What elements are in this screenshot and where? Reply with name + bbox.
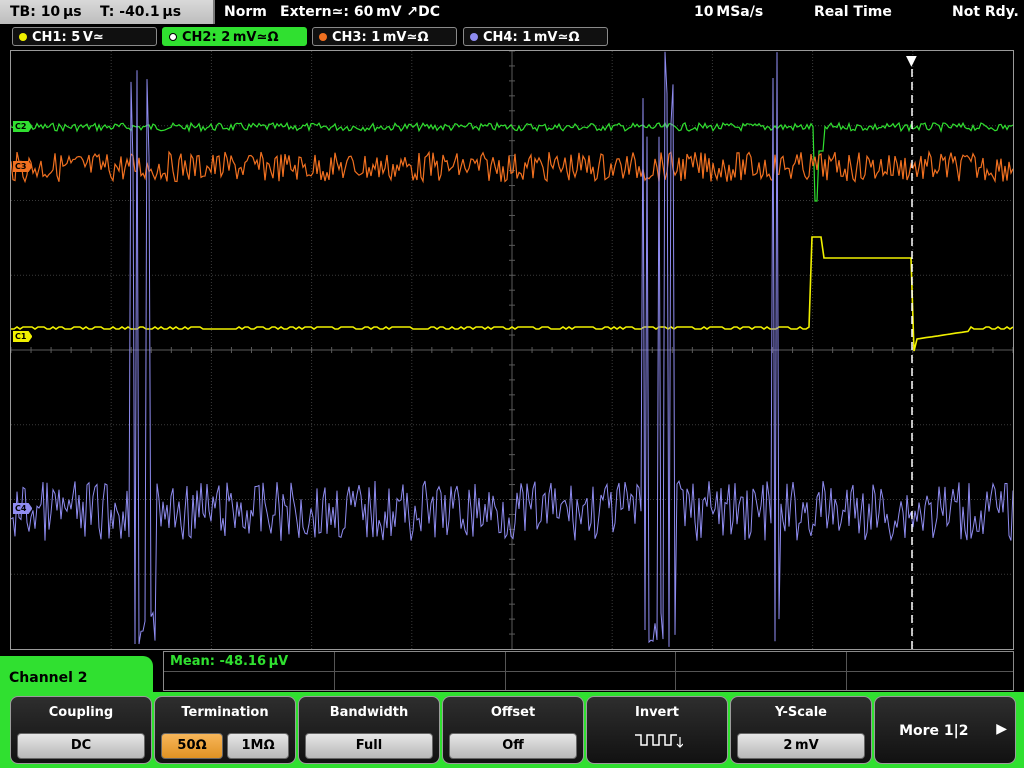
channel-tab-ch3[interactable]: CH3: 1 mV≃Ω [312, 27, 457, 46]
waveform-canvas [11, 51, 1013, 649]
termination-50ohm-option[interactable]: 50Ω [161, 733, 223, 759]
ch4-tab-label: CH4: 1 mV≃Ω [483, 30, 580, 45]
timebase-box[interactable]: TB: 10 µs T: -40.1 µs [0, 0, 215, 24]
offset-title: Offset [490, 705, 536, 720]
offset-softkey[interactable]: Offset Off [442, 696, 584, 764]
measurement-panel: Mean: -48.16 µV [163, 651, 1014, 691]
waveform-display[interactable]: C2 C3 C1 C4 ▼ △ [10, 50, 1014, 650]
softkey-panel: Coupling DC Termination 50Ω 1MΩ Bandwidt… [0, 692, 1024, 768]
acquisition-mode[interactable]: Real Time [814, 0, 892, 24]
channel-tab-ch1[interactable]: CH1: 5 V≃ [12, 27, 157, 46]
coupling-value[interactable]: DC [17, 733, 145, 759]
acquisition-state: Not Rdy. [952, 4, 1019, 20]
chevron-right-icon: ▶ [996, 721, 1007, 737]
invert-title: Invert [634, 705, 679, 720]
sample-rate: 10 MSa/s [694, 4, 764, 20]
bandwidth-title: Bandwidth [329, 705, 409, 720]
ch4-level-marker[interactable]: C4 [13, 503, 33, 514]
yscale-title: Y-Scale [774, 705, 827, 720]
invert-waveform-icon [635, 734, 683, 748]
invert-softkey[interactable]: Invert [586, 696, 728, 764]
trigger-time-label: T: -40.1 µs [100, 4, 182, 20]
ch3-color-dot [319, 33, 327, 41]
channel-tab-ch2[interactable]: CH2: 2 mV≃Ω [162, 27, 307, 46]
ch1-tab-label: CH1: 5 V≃ [32, 30, 104, 45]
more-title: More 1|2 [899, 723, 969, 739]
coupling-title: Coupling [48, 705, 114, 720]
graticule-grid [11, 51, 1013, 649]
ch1-color-dot [19, 33, 27, 41]
trigger-mode[interactable]: Norm [224, 0, 267, 24]
status-bar: TB: 10 µs T: -40.1 µs Norm Extern≃: 60 m… [0, 0, 1024, 25]
mean-measurement: Mean: -48.16 µV [170, 654, 289, 669]
ch3-level-marker[interactable]: C3 [13, 161, 33, 172]
coupling-softkey[interactable]: Coupling DC [10, 696, 152, 764]
timebase-label: TB: 10 µs [10, 4, 82, 20]
ch2-level-marker[interactable]: C2 [13, 121, 33, 132]
channel-tab-ch4[interactable]: CH4: 1 mV≃Ω [463, 27, 608, 46]
termination-softkey[interactable]: Termination 50Ω 1MΩ [154, 696, 296, 764]
yscale-value[interactable]: 2 mV [737, 733, 865, 759]
bandwidth-value[interactable]: Full [305, 733, 433, 759]
ch2-tab-label: CH2: 2 mV≃Ω [182, 30, 279, 45]
ch3-tab-label: CH3: 1 mV≃Ω [332, 30, 429, 45]
termination-title: Termination [181, 705, 269, 720]
more-softkey[interactable]: More 1|2 ▶ [874, 696, 1016, 764]
termination-1mohm-option[interactable]: 1MΩ [227, 733, 289, 759]
ch2-color-dot [169, 33, 177, 41]
trigger-source[interactable]: Extern≃: 60 mV ↗DC [280, 0, 440, 24]
ch4-color-dot [470, 33, 478, 41]
ch1-level-marker[interactable]: C1 [13, 331, 33, 342]
yscale-softkey[interactable]: Y-Scale 2 mV [730, 696, 872, 764]
offset-value[interactable]: Off [449, 733, 577, 759]
bandwidth-softkey[interactable]: Bandwidth Full [298, 696, 440, 764]
trigger-marker-icon[interactable]: ▼ [906, 54, 917, 68]
